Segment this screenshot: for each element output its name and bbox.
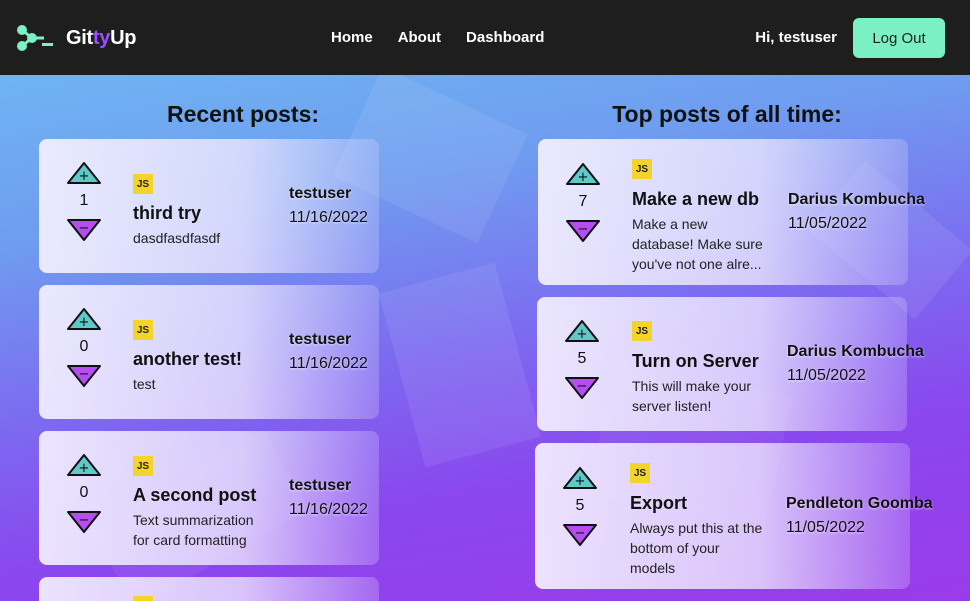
vote-control: + 5 − [562, 466, 598, 547]
upvote-icon[interactable]: + [66, 307, 102, 331]
vote-score: 0 [79, 338, 89, 355]
vote-control: + 7 − [565, 162, 601, 243]
vote-control: + 1 − [66, 161, 102, 242]
javascript-badge-icon: JS [133, 174, 153, 194]
svg-text:+: + [575, 474, 586, 489]
javascript-badge-icon: JS [632, 159, 652, 179]
post-date: 11/16/2022 [289, 209, 368, 226]
post-summary: Make a new database! Make sure you've no… [632, 216, 763, 272]
javascript-badge-icon: JS [133, 320, 153, 340]
logout-button[interactable]: Log Out [853, 18, 945, 58]
nav-dashboard[interactable]: Dashboard [466, 29, 544, 46]
vote-score: 1 [79, 192, 89, 209]
svg-text:−: − [79, 221, 90, 236]
upvote-icon[interactable]: + [66, 453, 102, 477]
post-title[interactable]: Export [630, 493, 687, 514]
post-author: testuser [289, 331, 352, 348]
post-summary: test [133, 376, 156, 392]
post-date: 11/16/2022 [289, 355, 368, 372]
svg-text:+: + [79, 461, 90, 476]
post-title[interactable]: Turn on Server [632, 351, 759, 372]
javascript-badge-icon: JS [630, 463, 650, 483]
post-summary: Text summarization for card formatting [133, 512, 254, 548]
post-card[interactable]: JS [39, 577, 379, 601]
post-date: 11/05/2022 [787, 367, 866, 384]
post-author: testuser [289, 477, 352, 494]
post-date: 11/16/2022 [289, 501, 368, 518]
upvote-icon[interactable]: + [562, 466, 598, 490]
post-card[interactable]: + 5 − JS Turn on Server This will make y… [537, 297, 924, 431]
post-card[interactable]: + 5 − JS Export Always put this at the b… [535, 443, 933, 589]
post-card[interactable]: + 0 − JS another test! test testuser 11/… [39, 285, 379, 419]
downvote-icon[interactable]: − [66, 364, 102, 388]
svg-text:−: − [577, 379, 588, 394]
downvote-icon[interactable]: − [565, 219, 601, 243]
vote-control: + 5 − [564, 319, 600, 400]
vote-score: 0 [79, 484, 89, 501]
upvote-icon[interactable]: + [66, 161, 102, 185]
nav-links: Home About Dashboard [331, 29, 569, 46]
javascript-badge-icon: JS [133, 596, 153, 601]
post-date: 11/05/2022 [786, 519, 865, 536]
svg-text:−: − [575, 526, 586, 541]
vote-score: 5 [577, 350, 587, 367]
downvote-icon[interactable]: − [66, 510, 102, 534]
post-date: 11/05/2022 [788, 215, 867, 232]
svg-text:+: + [79, 169, 90, 184]
vote-control: + 0 − [66, 307, 102, 388]
git-graph-icon [17, 25, 53, 51]
post-card[interactable]: + 1 − JS third try dasdfasdfasdf testuse… [39, 139, 379, 273]
post-title[interactable]: A second post [133, 485, 256, 506]
upvote-icon[interactable]: + [565, 162, 601, 186]
post-card[interactable]: + 0 − JS A second post Text summarizatio… [39, 431, 379, 565]
post-author: Darius Kombucha [787, 343, 924, 360]
svg-text:+: + [577, 327, 588, 342]
top-posts-title: Top posts of all time: [612, 101, 842, 127]
brand-name: GittyUp [66, 26, 137, 49]
svg-text:−: − [79, 367, 90, 382]
post-card[interactable]: + 7 − JS Make a new db Make a new databa… [538, 139, 925, 285]
svg-text:+: + [578, 170, 589, 185]
vote-score: 7 [578, 193, 588, 210]
brand-logo[interactable]: GittyUp [16, 24, 136, 52]
svg-text:+: + [79, 315, 90, 330]
svg-text:−: − [79, 513, 90, 528]
javascript-badge-icon: JS [133, 456, 153, 476]
post-title[interactable]: Make a new db [632, 189, 759, 210]
post-summary: This will make your server listen! [632, 378, 752, 414]
post-author: testuser [289, 185, 352, 202]
nav-home[interactable]: Home [331, 29, 373, 46]
vote-control: + 0 − [66, 453, 102, 534]
post-title[interactable]: third try [133, 203, 201, 224]
upvote-icon[interactable]: + [564, 319, 600, 343]
svg-text:−: − [578, 222, 589, 237]
downvote-icon[interactable]: − [562, 523, 598, 547]
post-author: Pendleton Goomba [786, 495, 933, 512]
post-author: Darius Kombucha [788, 191, 925, 208]
user-greeting: Hi, testuser [755, 29, 837, 46]
downvote-icon[interactable]: − [66, 218, 102, 242]
downvote-icon[interactable]: − [564, 376, 600, 400]
vote-score: 5 [575, 497, 585, 514]
javascript-badge-icon: JS [632, 321, 652, 341]
nav-about[interactable]: About [398, 29, 441, 46]
navbar: GittyUp Home About Dashboard Hi, testuse… [0, 0, 970, 75]
recent-posts-title: Recent posts: [166, 101, 320, 127]
post-title[interactable]: another test! [133, 349, 242, 370]
post-summary: dasdfasdfasdf [133, 230, 221, 246]
post-summary: Always put this at the bottom of your mo… [630, 520, 763, 576]
